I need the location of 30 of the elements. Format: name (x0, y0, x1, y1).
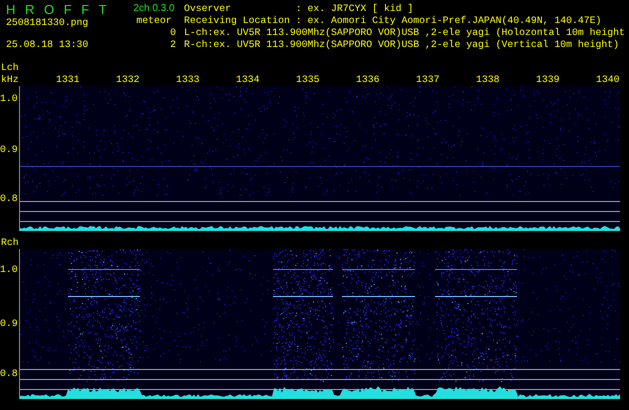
app-title: H R O F F T (6, 3, 110, 17)
time-label: 1333 (176, 74, 200, 86)
axis-label: 1.0 (0, 264, 18, 276)
time-label: 1332 (116, 74, 140, 86)
time-label: 1336 (356, 74, 380, 86)
station-info: Receiving Location : ex. Aomori City Aomori-Pref.JAPAN(40.49N, 140.47E) (184, 15, 602, 27)
meteor-count: 2 (170, 39, 177, 51)
channel-name: Lch (0, 62, 19, 74)
channel-name: Rch (0, 237, 19, 249)
date-time: 25.08.18 13:30 (6, 39, 88, 51)
app-version: 2ch 0.3.0 (133, 3, 175, 15)
axis-label: 1.0 (0, 93, 18, 105)
axis-unit: kHz (0, 74, 19, 86)
meteor-count: 0 (170, 27, 177, 39)
time-label: 1331 (56, 74, 80, 86)
axis-label: 0.9 (0, 318, 18, 330)
station-info: R-ch:ex. UV5R 113.900Mhz(SAPPORO VOR)USB ,2-ele yagi (Vertical 10m height) (184, 39, 620, 51)
time-label: 1339 (536, 74, 560, 86)
file-name: 2508181330.png (6, 17, 88, 29)
axis-label: 0.9 (0, 144, 18, 156)
time-label: 1334 (236, 74, 260, 86)
meteor-label: meteor (136, 15, 172, 27)
axis-label: 0.8 (0, 368, 18, 380)
time-label: 1338 (476, 74, 500, 86)
time-label: 1337 (416, 74, 440, 86)
axis-label: 0.8 (0, 193, 18, 205)
time-label: 1340 (596, 74, 620, 86)
station-info: Ovserver : ex. JR7CYX [ kid ] (184, 3, 414, 15)
time-label: 1335 (296, 74, 320, 86)
station-info: L-ch:ex. UV5R 113.900Mhz(SAPPORO VOR)USB ,2-ele yagi (Holozontal 10m height (184, 27, 626, 39)
